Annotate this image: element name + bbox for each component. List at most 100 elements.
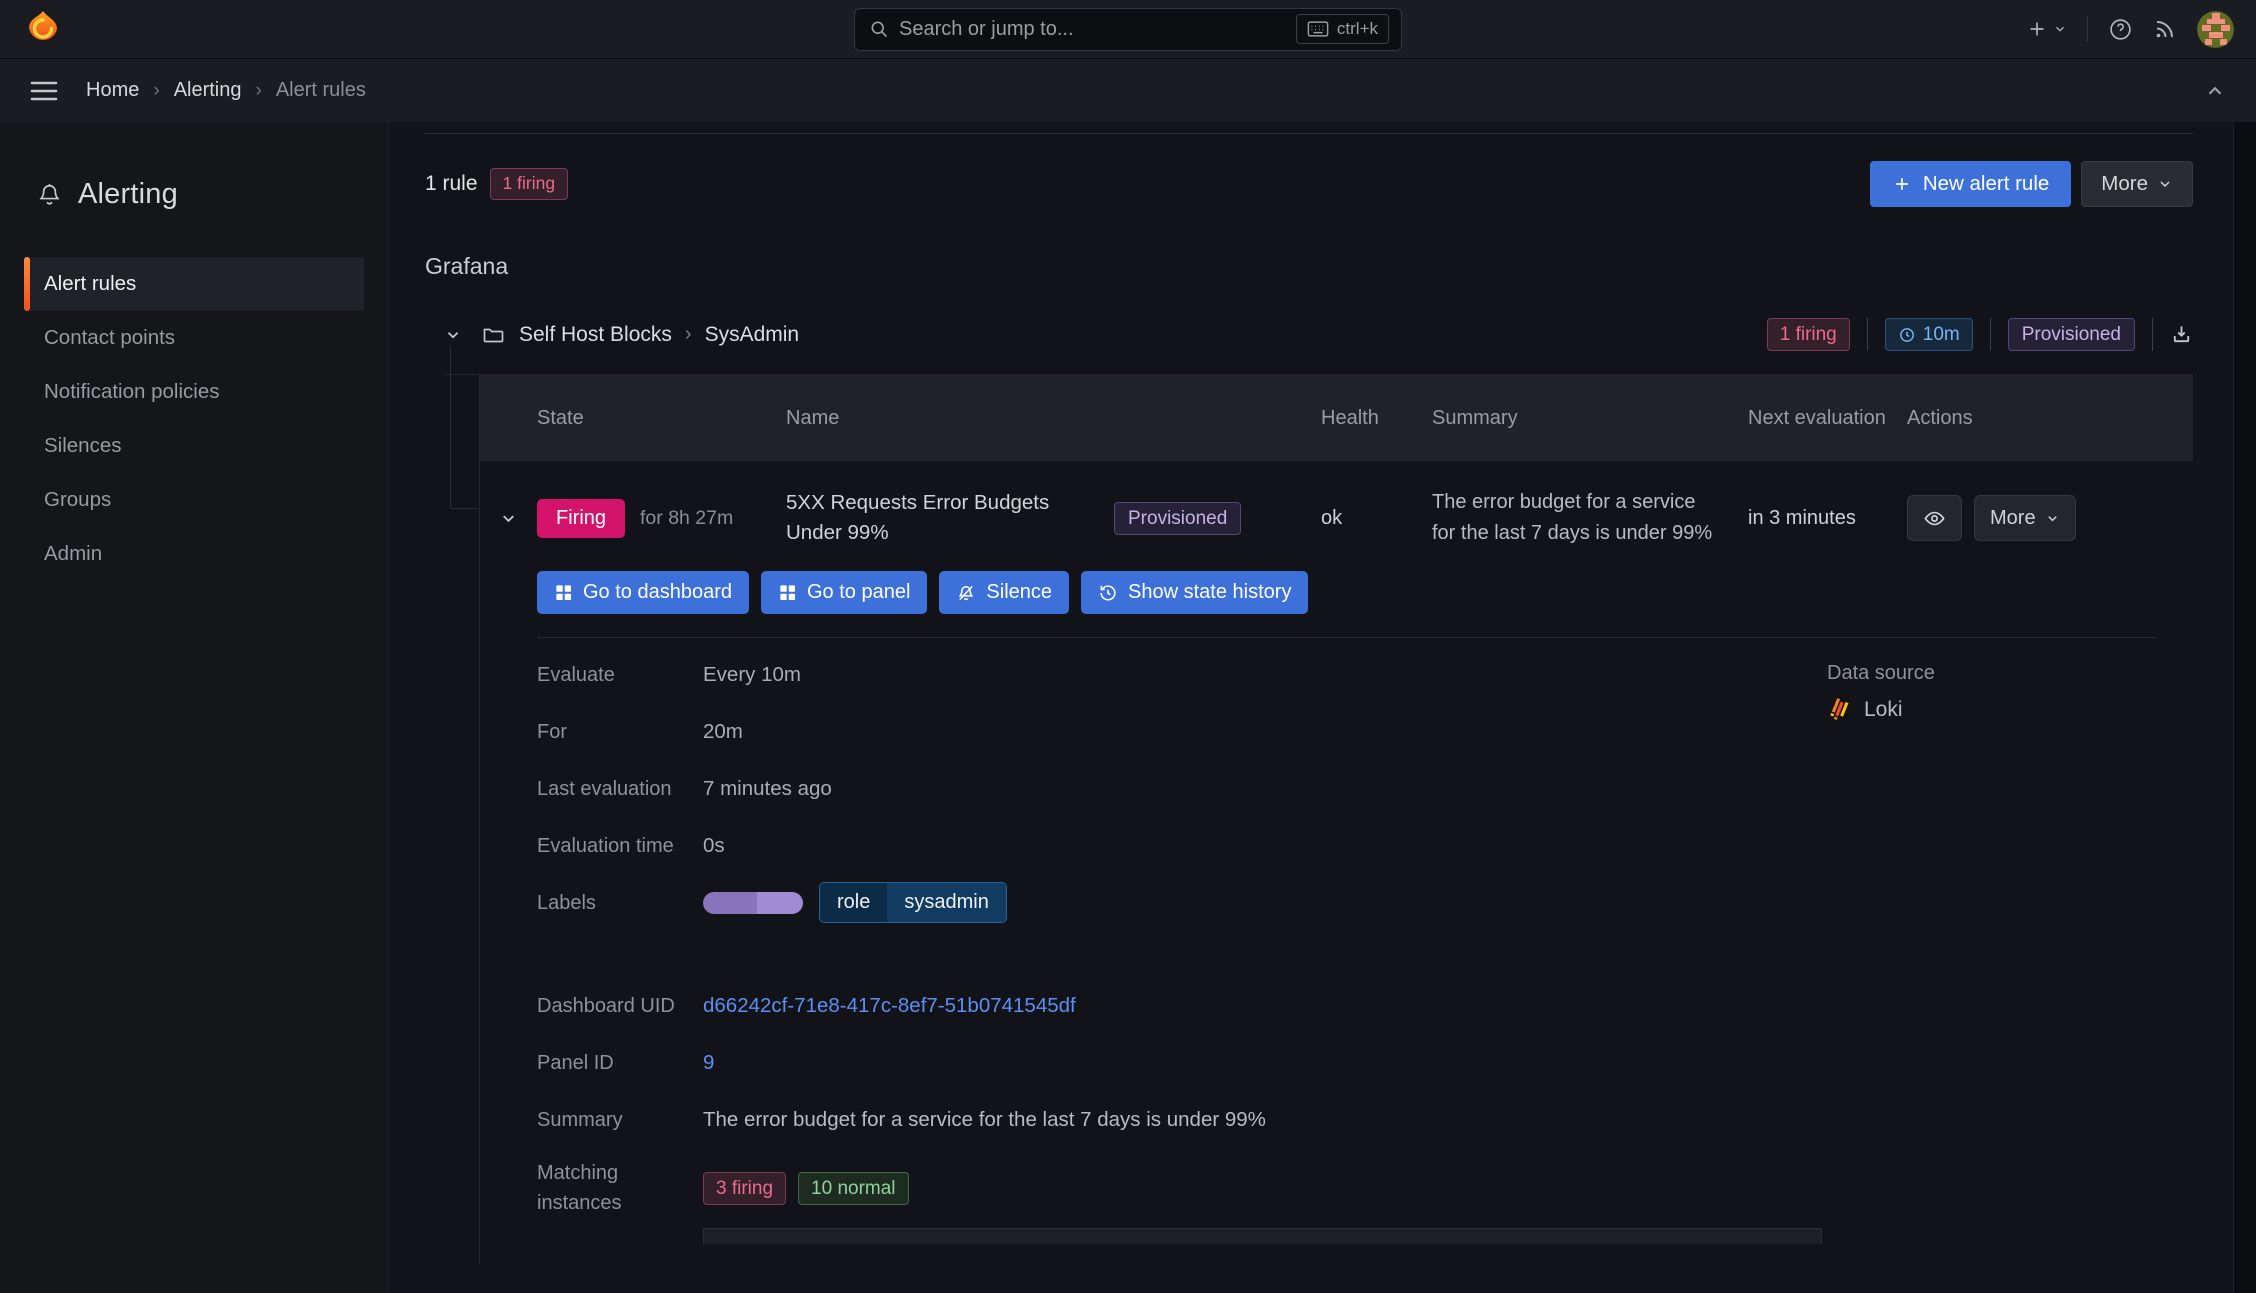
go-to-panel-button[interactable]: Go to panel xyxy=(761,571,928,614)
rules-table: State Name Health Summary Next evaluatio… xyxy=(479,375,2193,1264)
dashboard-uid-label: Dashboard UID xyxy=(537,994,675,1017)
group-provisioned-badge: Provisioned xyxy=(2007,318,2135,351)
breadcrumb-alerting[interactable]: Alerting xyxy=(174,79,242,102)
nav-divider xyxy=(2087,16,2088,42)
group-divider xyxy=(1866,318,1868,351)
rule-health: ok xyxy=(1321,506,1343,529)
for-label: For xyxy=(537,720,567,743)
search-input[interactable] xyxy=(899,17,1286,41)
clock-icon xyxy=(1898,326,1916,344)
group-folder-link[interactable]: Self Host Blocks xyxy=(519,323,672,347)
row-collapse-chevron-icon[interactable] xyxy=(480,509,537,528)
last-evaluation-label: Last evaluation xyxy=(537,777,672,800)
dashboard-uid-link[interactable]: d66242cf-71e8-417c-8ef7-51b0741545df xyxy=(703,994,1076,1018)
group-indent-guide xyxy=(450,346,478,509)
sidebar-item-admin[interactable]: Admin xyxy=(24,527,364,581)
sidebar-item-notification-policies[interactable]: Notification policies xyxy=(24,365,364,419)
rule-provisioned-badge: Provisioned xyxy=(1114,501,1242,535)
state-badge: Firing xyxy=(537,498,626,538)
chevron-down-icon xyxy=(2157,176,2173,192)
rule-more-button[interactable]: More xyxy=(1974,495,2076,541)
matching-instances-label: Matching instances xyxy=(537,1162,622,1214)
group-name-link[interactable]: SysAdmin xyxy=(705,323,800,347)
sidebar-item-silences[interactable]: Silences xyxy=(24,419,364,473)
new-menu-button[interactable] xyxy=(2026,18,2067,40)
global-search[interactable]: ctrl+k xyxy=(854,7,1402,51)
dashboard-grid-icon xyxy=(554,583,573,602)
breadcrumb-separator: › xyxy=(153,79,160,101)
group-interval-label: 10m xyxy=(1922,324,1960,345)
group-divider xyxy=(1989,318,1991,351)
datasource-name[interactable]: Loki xyxy=(1864,698,1903,722)
column-header-actions: Actions xyxy=(1907,406,1973,429)
group-collapse-chevron-icon[interactable] xyxy=(444,326,462,344)
go-to-dashboard-button[interactable]: Go to dashboard xyxy=(537,571,749,614)
sidebar-nav: Alert rules Contact points Notification … xyxy=(24,257,364,581)
breadcrumb-home[interactable]: Home xyxy=(86,79,139,102)
shortcut-label: ctrl+k xyxy=(1336,19,1378,38)
menu-toggle-button[interactable] xyxy=(30,80,58,102)
datasource-label: Data source xyxy=(1827,662,1935,684)
rule-summary: The error budget for a service for the l… xyxy=(1432,491,1713,544)
scrollbar[interactable] xyxy=(2233,122,2256,1293)
plus-icon xyxy=(1892,174,1912,194)
matching-firing-badge: 3 firing xyxy=(703,1171,787,1205)
silence-button[interactable]: Silence xyxy=(939,571,1070,614)
breadcrumb-current: Alert rules xyxy=(275,79,366,101)
rule-next-evaluation: in 3 minutes xyxy=(1748,506,1856,529)
evaluation-time-label: Evaluation time xyxy=(537,834,674,857)
last-evaluation-value: 7 minutes ago xyxy=(703,776,832,800)
folder-icon xyxy=(481,323,505,347)
label-color-pill[interactable] xyxy=(703,891,803,914)
eye-icon xyxy=(1923,507,1946,530)
evaluation-time-value: 0s xyxy=(703,833,725,857)
keyboard-icon xyxy=(1307,20,1329,38)
summary-label: Summary xyxy=(537,1108,623,1131)
rule-details: Go to dashboard Go to panel Silence Show… xyxy=(480,571,2193,1264)
instances-table-edge xyxy=(703,1228,1822,1244)
column-header-health: Health xyxy=(1321,406,1379,429)
grafana-logo-icon[interactable] xyxy=(22,8,64,50)
column-header-summary: Summary xyxy=(1432,406,1518,429)
more-label: More xyxy=(2101,172,2148,195)
breadcrumb: Home › Alerting › Alert rules xyxy=(86,79,366,102)
rule-more-label: More xyxy=(1990,506,2036,529)
matching-normal-badge: 10 normal xyxy=(798,1171,909,1205)
view-rule-button[interactable] xyxy=(1907,495,1962,541)
new-alert-rule-button[interactable]: New alert rule xyxy=(1869,161,2072,207)
plus-icon xyxy=(2026,18,2048,40)
label-badge: role sysadmin xyxy=(819,882,1007,923)
new-alert-rule-label: New alert rule xyxy=(1922,172,2050,195)
details-divider xyxy=(537,637,2157,638)
silence-label: Silence xyxy=(986,581,1053,603)
breadcrumb-bar: Home › Alerting › Alert rules xyxy=(0,59,2256,122)
go-to-dashboard-label: Go to dashboard xyxy=(583,581,732,603)
export-icon[interactable] xyxy=(2170,323,2193,346)
show-state-history-button[interactable]: Show state history xyxy=(1081,571,1309,614)
more-button[interactable]: More xyxy=(2081,161,2193,207)
breadcrumb-separator: › xyxy=(255,79,262,101)
panel-id-link[interactable]: 9 xyxy=(703,1051,714,1075)
labels-label: Labels xyxy=(537,891,596,914)
user-avatar[interactable] xyxy=(2197,10,2234,48)
help-button[interactable] xyxy=(2108,17,2133,42)
content-divider xyxy=(425,133,2193,134)
bell-slash-icon xyxy=(956,583,976,603)
column-header-next-evaluation: Next evaluation xyxy=(1748,406,1886,429)
news-rss-button[interactable] xyxy=(2153,17,2177,41)
chevron-down-icon xyxy=(2053,22,2067,36)
history-icon xyxy=(1098,583,1118,603)
table-header: State Name Health Summary Next evaluatio… xyxy=(480,375,2193,461)
sidebar-item-contact-points[interactable]: Contact points xyxy=(24,311,364,365)
panel-grid-icon xyxy=(778,583,797,602)
bell-icon xyxy=(36,181,63,208)
go-to-panel-label: Go to panel xyxy=(807,581,911,603)
column-header-state: State xyxy=(537,406,584,429)
collapse-header-button[interactable] xyxy=(2204,80,2226,102)
main-content: 1 rule 1 firing New alert rule More Graf… xyxy=(389,122,2256,1293)
panel-id-label: Panel ID xyxy=(537,1051,614,1074)
sidebar-item-alert-rules[interactable]: Alert rules xyxy=(24,257,364,311)
rule-name-link[interactable]: 5XX Requests Error Budgets Under 99% xyxy=(786,488,1096,548)
firing-count-badge: 1 firing xyxy=(489,168,569,200)
sidebar-item-groups[interactable]: Groups xyxy=(24,473,364,527)
